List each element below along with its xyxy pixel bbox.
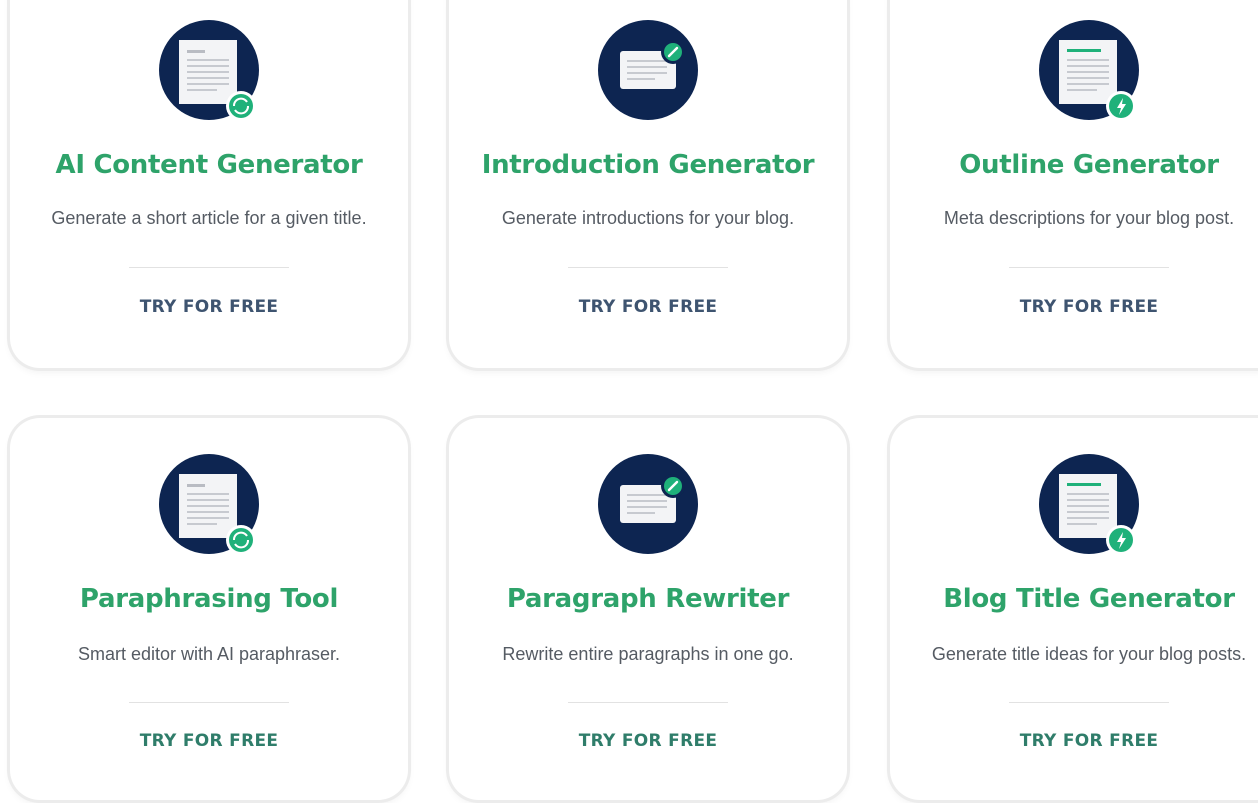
card-description: Meta descriptions for your blog post. (943, 208, 1235, 228)
try-for-free-button[interactable]: TRY FOR FREE (1020, 297, 1159, 317)
card-description: Rewrite entire paragraphs in one go. (502, 644, 794, 664)
card-description: Generate title ideas for your blog posts… (931, 644, 1247, 664)
card-divider (129, 267, 289, 268)
try-for-free-button[interactable]: TRY FOR FREE (579, 731, 718, 751)
card-divider (568, 702, 728, 703)
edit-window-icon (598, 20, 698, 120)
card-description: Generate a short article for a given tit… (51, 208, 367, 228)
card-divider (129, 702, 289, 703)
edit-window-icon (598, 454, 698, 554)
card-title: Introduction Generator (481, 150, 815, 180)
card-divider (568, 267, 728, 268)
card-divider (1009, 702, 1169, 703)
card-title: AI Content Generator (55, 150, 363, 180)
card-title: Paragraph Rewriter (506, 584, 790, 614)
card-divider (1009, 267, 1169, 268)
document-bolt-icon (1039, 20, 1139, 120)
try-for-free-button[interactable]: TRY FOR FREE (140, 731, 279, 751)
card-description: Generate introductions for your blog. (501, 208, 795, 228)
tool-card-blog-title-generator[interactable]: Blog Title Generator Generate title idea… (890, 418, 1258, 800)
tool-card-outline-generator[interactable]: Outline Generator Meta descriptions for … (890, 0, 1258, 368)
try-for-free-button[interactable]: TRY FOR FREE (140, 297, 279, 317)
card-title: Blog Title Generator (943, 584, 1235, 614)
tool-card-introduction-generator[interactable]: Introduction Generator Generate introduc… (449, 0, 847, 368)
card-description: Smart editor with AI paraphraser. (77, 644, 341, 664)
try-for-free-button[interactable]: TRY FOR FREE (1020, 731, 1159, 751)
tool-card-ai-content-generator[interactable]: AI Content Generator Generate a short ar… (10, 0, 408, 368)
document-bolt-icon (1039, 454, 1139, 554)
document-refresh-icon (159, 20, 259, 120)
document-refresh-icon (159, 454, 259, 554)
tool-card-paragraph-rewriter[interactable]: Paragraph Rewriter Rewrite entire paragr… (449, 418, 847, 800)
try-for-free-button[interactable]: TRY FOR FREE (579, 297, 718, 317)
card-title: Outline Generator (959, 150, 1219, 180)
tools-grid: AI Content Generator Generate a short ar… (0, 0, 1258, 803)
tool-card-paraphrasing-tool[interactable]: Paraphrasing Tool Smart editor with AI p… (10, 418, 408, 800)
card-title: Paraphrasing Tool (79, 584, 339, 614)
